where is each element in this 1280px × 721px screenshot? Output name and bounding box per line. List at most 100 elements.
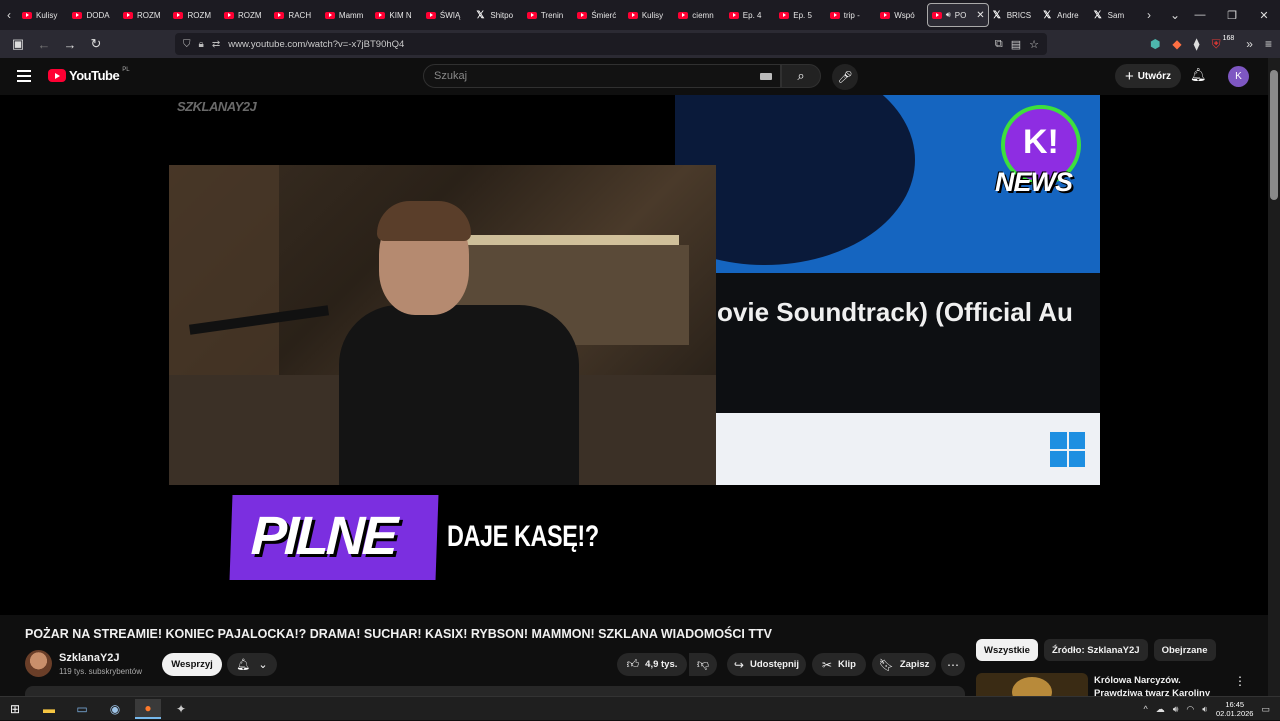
wifi-icon[interactable]: ◠ [1186,704,1194,715]
channel-name[interactable]: SzklanaY2J [59,652,120,664]
save-button[interactable]: 🔖︎ Zapisz [872,653,936,676]
file-explorer-icon[interactable]: ▬ [36,699,62,719]
shield-icon[interactable]: ⛉ [183,39,191,50]
steam-icon[interactable]: ◉ [102,699,128,719]
network-icon[interactable]: ☁ [1156,704,1165,715]
app-menu-icon[interactable]: ≡ [1265,37,1272,51]
firefox-icon[interactable]: ● [135,699,161,719]
clip-button[interactable]: ✂ Klip [812,653,866,676]
share-button[interactable]: ↪ Udostępnij [727,653,806,676]
more-actions-button[interactable]: ⋯ [941,653,965,676]
browser-tab[interactable]: Kulisy [18,3,68,27]
notifications-bell-icon[interactable]: 🔔︎ [1190,67,1207,83]
volume-icon[interactable]: 🔉︎ [1202,704,1208,715]
permissions-icon[interactable]: ⇄ [212,39,220,50]
url-text[interactable]: www.youtube.com/watch?v=-x7jBT90hQ4 [228,39,404,50]
youtube-logo[interactable]: YouTube PL [48,67,130,83]
recommendation-title[interactable]: Królowa Narcyzów. Prawdziwa twarz Karoli… [1094,674,1224,696]
lock-icon[interactable]: 🔒︎ [199,39,204,50]
browser-tab[interactable]: Kulisy [624,3,674,27]
restore-icon[interactable]: ❐ [1216,0,1248,30]
chip-source[interactable]: Źródło: SzklanaY2J [1043,639,1148,661]
chip-all[interactable]: Wszystkie [976,639,1038,661]
scrollbar-thumb[interactable] [1270,70,1278,200]
vpn-extension-icon[interactable]: ⬢ [1150,37,1160,51]
search-button[interactable]: ⌕ [781,64,821,88]
clock[interactable]: 16:45 02.01.2026 [1216,700,1254,718]
subscription-bell-button[interactable]: 🔔︎ ⌄ [227,653,277,676]
search-input[interactable]: Szukaj [423,64,781,88]
browser-tab[interactable]: DODA [68,3,118,27]
browser-tab[interactable]: Mamm [321,3,371,27]
browser-tab[interactable]: Ep. 5 [775,3,825,27]
computer-icon[interactable]: ▭ [69,699,95,719]
create-button[interactable]: + Utwórz [1115,64,1181,88]
windows-start-icon[interactable]: ⊞ [2,699,28,719]
browser-tab[interactable]: ROZM [119,3,169,27]
speaker-icon[interactable]: 🔊︎ [1173,704,1179,715]
like-button[interactable]: 👍︎ 4,9 tys. [617,653,687,676]
ublock-extension-icon[interactable]: ⛨ [1212,37,1221,52]
more-vertical-icon[interactable]: ⋮ [1234,674,1246,688]
dislike-button[interactable]: 👎︎ [689,653,717,676]
address-bar[interactable]: ⛉ 🔒︎ ⇄ www.youtube.com/watch?v=-x7jBT90h… [175,33,1047,55]
bookmark-star-icon[interactable]: ☆ [1029,38,1039,51]
browser-tab[interactable]: trip - [826,3,876,27]
video-player[interactable]: SZKLANAY2J ovie Soundtrack) (Official Au… [0,95,1268,615]
account-avatar[interactable]: K [1228,66,1249,87]
overflow-menu-icon[interactable]: » [1246,37,1253,51]
sidebar-toggle-icon[interactable]: ▣ [6,32,30,56]
tab-audio-icon[interactable]: 🔊︎ [946,10,951,20]
browser-tab[interactable]: Wspó [876,3,926,27]
reload-icon[interactable]: ↻ [84,32,108,56]
browser-tab[interactable]: 𝕏 Shitpo [472,3,522,27]
voice-search-button[interactable]: 🎤︎ [832,64,858,90]
browser-tab[interactable]: 𝕏 Sam [1090,3,1140,27]
youtube-icon [274,11,285,19]
browser-tab[interactable]: KIM N [371,3,421,27]
browser-tab[interactable]: ROZM [169,3,219,27]
x-icon: 𝕏 [992,9,1001,21]
youtube-icon [627,11,638,19]
minimize-icon[interactable]: — [1184,0,1216,30]
browser-tab[interactable]: ciemn [674,3,724,27]
tab-list-dropdown-icon[interactable]: ⌄ [1166,0,1184,30]
browser-tab[interactable]: Ep. 4 [725,3,775,27]
youtube-icon [173,11,184,19]
channel-avatar[interactable] [25,650,52,677]
chip-watched[interactable]: Obejrzane [1153,639,1216,661]
description-box[interactable] [25,686,965,696]
extensions-icon[interactable]: ⧫ [1194,37,1200,51]
close-window-icon[interactable]: ✕ [1248,0,1280,30]
fox-extension-icon[interactable]: ◆ [1172,37,1181,51]
tray-overflow-icon[interactable]: ^ [1144,704,1148,714]
keyboard-icon[interactable] [760,73,772,80]
back-icon[interactable]: ← [32,32,56,56]
subscriber-count: 119 tys. subskrybentów [59,667,143,676]
picture-in-picture-icon[interactable]: ⧉ [995,38,1003,51]
tab-scroll-left-icon[interactable]: ‹ [0,0,18,30]
tab-close-icon[interactable]: ✕ [976,10,984,21]
browser-tab[interactable]: ROZM [220,3,270,27]
browser-tab[interactable]: 𝕏 Andre [1039,3,1089,27]
notifications-icon[interactable]: ▭ [1261,704,1270,715]
app-icon[interactable]: ✦ [168,699,194,719]
hamburger-menu-icon[interactable] [17,70,31,82]
recommendation-thumbnail[interactable] [976,673,1088,696]
forward-icon[interactable]: → [58,32,82,56]
browser-tab[interactable]: Śmierć [573,3,623,27]
tab-label: ŚWIĄ [439,10,461,20]
clock-time: 16:45 [1225,700,1245,709]
support-button[interactable]: Wesprzyj [162,653,222,676]
browser-tab[interactable]: Trenin [523,3,573,27]
browser-tab[interactable]: 𝕏 BRICS [989,3,1039,27]
browser-tab[interactable]: RACH [270,3,320,27]
tab-label: Wspó [894,10,915,20]
tab-scroll-right-icon[interactable]: › [1140,0,1158,30]
windows-logo-icon [1050,432,1085,467]
browser-tab[interactable]: ŚWIĄ [422,3,472,27]
browser-tab-active[interactable]: 🔊︎ PO ✕ [926,3,989,27]
reader-view-icon[interactable]: ▤ [1011,38,1021,51]
page-scrollbar[interactable] [1268,58,1280,696]
youtube-icon [678,11,689,19]
